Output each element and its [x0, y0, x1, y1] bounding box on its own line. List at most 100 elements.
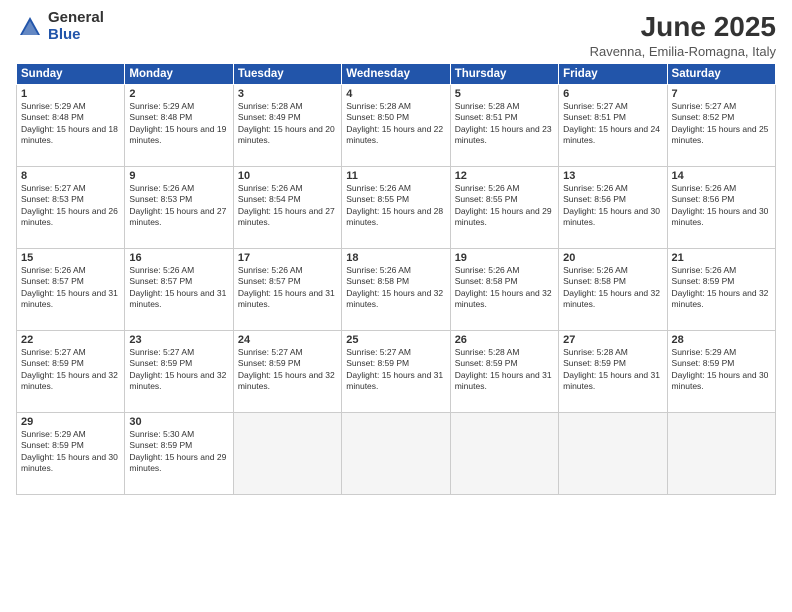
title-location: Ravenna, Emilia-Romagna, Italy: [590, 44, 776, 59]
day-number: 7: [672, 88, 771, 100]
calendar-header-row: SundayMondayTuesdayWednesdayThursdayFrid…: [17, 63, 776, 84]
day-info: Sunrise: 5:29 AMSunset: 8:59 PMDaylight:…: [21, 429, 120, 475]
day-number: 25: [346, 334, 445, 346]
day-number: 22: [21, 334, 120, 346]
calendar-week-row: 15Sunrise: 5:26 AMSunset: 8:57 PMDayligh…: [17, 248, 776, 330]
calendar-day-cell: 13Sunrise: 5:26 AMSunset: 8:56 PMDayligh…: [559, 166, 667, 248]
day-number: 17: [238, 252, 337, 264]
day-info: Sunrise: 5:26 AMSunset: 8:55 PMDaylight:…: [346, 183, 445, 229]
day-info: Sunrise: 5:29 AMSunset: 8:48 PMDaylight:…: [129, 101, 228, 147]
day-number: 28: [672, 334, 771, 346]
day-number: 29: [21, 416, 120, 428]
calendar-day-cell: 11Sunrise: 5:26 AMSunset: 8:55 PMDayligh…: [342, 166, 450, 248]
day-number: 4: [346, 88, 445, 100]
day-info: Sunrise: 5:28 AMSunset: 8:49 PMDaylight:…: [238, 101, 337, 147]
day-info: Sunrise: 5:26 AMSunset: 8:57 PMDaylight:…: [21, 265, 120, 311]
calendar-header-cell: Saturday: [667, 63, 775, 84]
calendar-day-cell: [342, 412, 450, 494]
calendar-day-cell: 30Sunrise: 5:30 AMSunset: 8:59 PMDayligh…: [125, 412, 233, 494]
day-number: 30: [129, 416, 228, 428]
calendar-header-cell: Tuesday: [233, 63, 341, 84]
calendar-header-cell: Wednesday: [342, 63, 450, 84]
day-number: 9: [129, 170, 228, 182]
calendar-day-cell: 12Sunrise: 5:26 AMSunset: 8:55 PMDayligh…: [450, 166, 558, 248]
calendar-day-cell: 28Sunrise: 5:29 AMSunset: 8:59 PMDayligh…: [667, 330, 775, 412]
calendar-day-cell: 4Sunrise: 5:28 AMSunset: 8:50 PMDaylight…: [342, 84, 450, 166]
day-info: Sunrise: 5:26 AMSunset: 8:55 PMDaylight:…: [455, 183, 554, 229]
day-info: Sunrise: 5:29 AMSunset: 8:59 PMDaylight:…: [672, 347, 771, 393]
calendar-header-cell: Friday: [559, 63, 667, 84]
calendar-day-cell: 14Sunrise: 5:26 AMSunset: 8:56 PMDayligh…: [667, 166, 775, 248]
calendar-day-cell: [450, 412, 558, 494]
day-info: Sunrise: 5:29 AMSunset: 8:48 PMDaylight:…: [21, 101, 120, 147]
day-number: 14: [672, 170, 771, 182]
calendar-body: 1Sunrise: 5:29 AMSunset: 8:48 PMDaylight…: [17, 84, 776, 494]
day-number: 23: [129, 334, 228, 346]
day-info: Sunrise: 5:27 AMSunset: 8:53 PMDaylight:…: [21, 183, 120, 229]
day-info: Sunrise: 5:28 AMSunset: 8:51 PMDaylight:…: [455, 101, 554, 147]
day-number: 13: [563, 170, 662, 182]
title-block: June 2025 Ravenna, Emilia-Romagna, Italy: [590, 10, 776, 59]
calendar-week-row: 29Sunrise: 5:29 AMSunset: 8:59 PMDayligh…: [17, 412, 776, 494]
day-info: Sunrise: 5:30 AMSunset: 8:59 PMDaylight:…: [129, 429, 228, 475]
day-info: Sunrise: 5:26 AMSunset: 8:54 PMDaylight:…: [238, 183, 337, 229]
day-info: Sunrise: 5:27 AMSunset: 8:59 PMDaylight:…: [346, 347, 445, 393]
day-number: 3: [238, 88, 337, 100]
title-month: June 2025: [590, 10, 776, 44]
day-number: 6: [563, 88, 662, 100]
day-number: 1: [21, 88, 120, 100]
day-number: 27: [563, 334, 662, 346]
day-info: Sunrise: 5:26 AMSunset: 8:57 PMDaylight:…: [129, 265, 228, 311]
calendar-day-cell: 5Sunrise: 5:28 AMSunset: 8:51 PMDaylight…: [450, 84, 558, 166]
calendar-day-cell: 7Sunrise: 5:27 AMSunset: 8:52 PMDaylight…: [667, 84, 775, 166]
calendar-header-cell: Thursday: [450, 63, 558, 84]
day-info: Sunrise: 5:28 AMSunset: 8:59 PMDaylight:…: [455, 347, 554, 393]
day-info: Sunrise: 5:26 AMSunset: 8:56 PMDaylight:…: [563, 183, 662, 229]
calendar-day-cell: 23Sunrise: 5:27 AMSunset: 8:59 PMDayligh…: [125, 330, 233, 412]
day-number: 21: [672, 252, 771, 264]
day-info: Sunrise: 5:26 AMSunset: 8:53 PMDaylight:…: [129, 183, 228, 229]
day-info: Sunrise: 5:27 AMSunset: 8:51 PMDaylight:…: [563, 101, 662, 147]
day-number: 18: [346, 252, 445, 264]
day-number: 10: [238, 170, 337, 182]
day-number: 15: [21, 252, 120, 264]
logo-icon: [16, 13, 44, 41]
calendar-day-cell: [559, 412, 667, 494]
day-info: Sunrise: 5:26 AMSunset: 8:57 PMDaylight:…: [238, 265, 337, 311]
day-info: Sunrise: 5:28 AMSunset: 8:50 PMDaylight:…: [346, 101, 445, 147]
calendar-week-row: 8Sunrise: 5:27 AMSunset: 8:53 PMDaylight…: [17, 166, 776, 248]
day-info: Sunrise: 5:27 AMSunset: 8:52 PMDaylight:…: [672, 101, 771, 147]
calendar-day-cell: 15Sunrise: 5:26 AMSunset: 8:57 PMDayligh…: [17, 248, 125, 330]
day-number: 19: [455, 252, 554, 264]
day-number: 12: [455, 170, 554, 182]
day-number: 16: [129, 252, 228, 264]
calendar-header-cell: Sunday: [17, 63, 125, 84]
calendar-day-cell: 10Sunrise: 5:26 AMSunset: 8:54 PMDayligh…: [233, 166, 341, 248]
calendar-day-cell: 19Sunrise: 5:26 AMSunset: 8:58 PMDayligh…: [450, 248, 558, 330]
calendar-day-cell: 17Sunrise: 5:26 AMSunset: 8:57 PMDayligh…: [233, 248, 341, 330]
logo-general: General: [48, 10, 104, 27]
calendar-day-cell: 27Sunrise: 5:28 AMSunset: 8:59 PMDayligh…: [559, 330, 667, 412]
day-info: Sunrise: 5:27 AMSunset: 8:59 PMDaylight:…: [21, 347, 120, 393]
calendar-day-cell: 16Sunrise: 5:26 AMSunset: 8:57 PMDayligh…: [125, 248, 233, 330]
day-info: Sunrise: 5:26 AMSunset: 8:58 PMDaylight:…: [346, 265, 445, 311]
day-number: 24: [238, 334, 337, 346]
calendar-day-cell: 1Sunrise: 5:29 AMSunset: 8:48 PMDaylight…: [17, 84, 125, 166]
calendar-day-cell: 18Sunrise: 5:26 AMSunset: 8:58 PMDayligh…: [342, 248, 450, 330]
day-number: 5: [455, 88, 554, 100]
calendar-day-cell: 29Sunrise: 5:29 AMSunset: 8:59 PMDayligh…: [17, 412, 125, 494]
header: General Blue June 2025 Ravenna, Emilia-R…: [16, 10, 776, 59]
calendar-header-cell: Monday: [125, 63, 233, 84]
day-number: 20: [563, 252, 662, 264]
calendar-day-cell: 8Sunrise: 5:27 AMSunset: 8:53 PMDaylight…: [17, 166, 125, 248]
calendar-table: SundayMondayTuesdayWednesdayThursdayFrid…: [16, 63, 776, 495]
day-info: Sunrise: 5:28 AMSunset: 8:59 PMDaylight:…: [563, 347, 662, 393]
calendar-day-cell: 20Sunrise: 5:26 AMSunset: 8:58 PMDayligh…: [559, 248, 667, 330]
calendar-day-cell: 25Sunrise: 5:27 AMSunset: 8:59 PMDayligh…: [342, 330, 450, 412]
day-number: 8: [21, 170, 120, 182]
calendar-day-cell: 26Sunrise: 5:28 AMSunset: 8:59 PMDayligh…: [450, 330, 558, 412]
day-info: Sunrise: 5:27 AMSunset: 8:59 PMDaylight:…: [238, 347, 337, 393]
logo-text: General Blue: [48, 10, 104, 43]
day-number: 26: [455, 334, 554, 346]
calendar-day-cell: 24Sunrise: 5:27 AMSunset: 8:59 PMDayligh…: [233, 330, 341, 412]
